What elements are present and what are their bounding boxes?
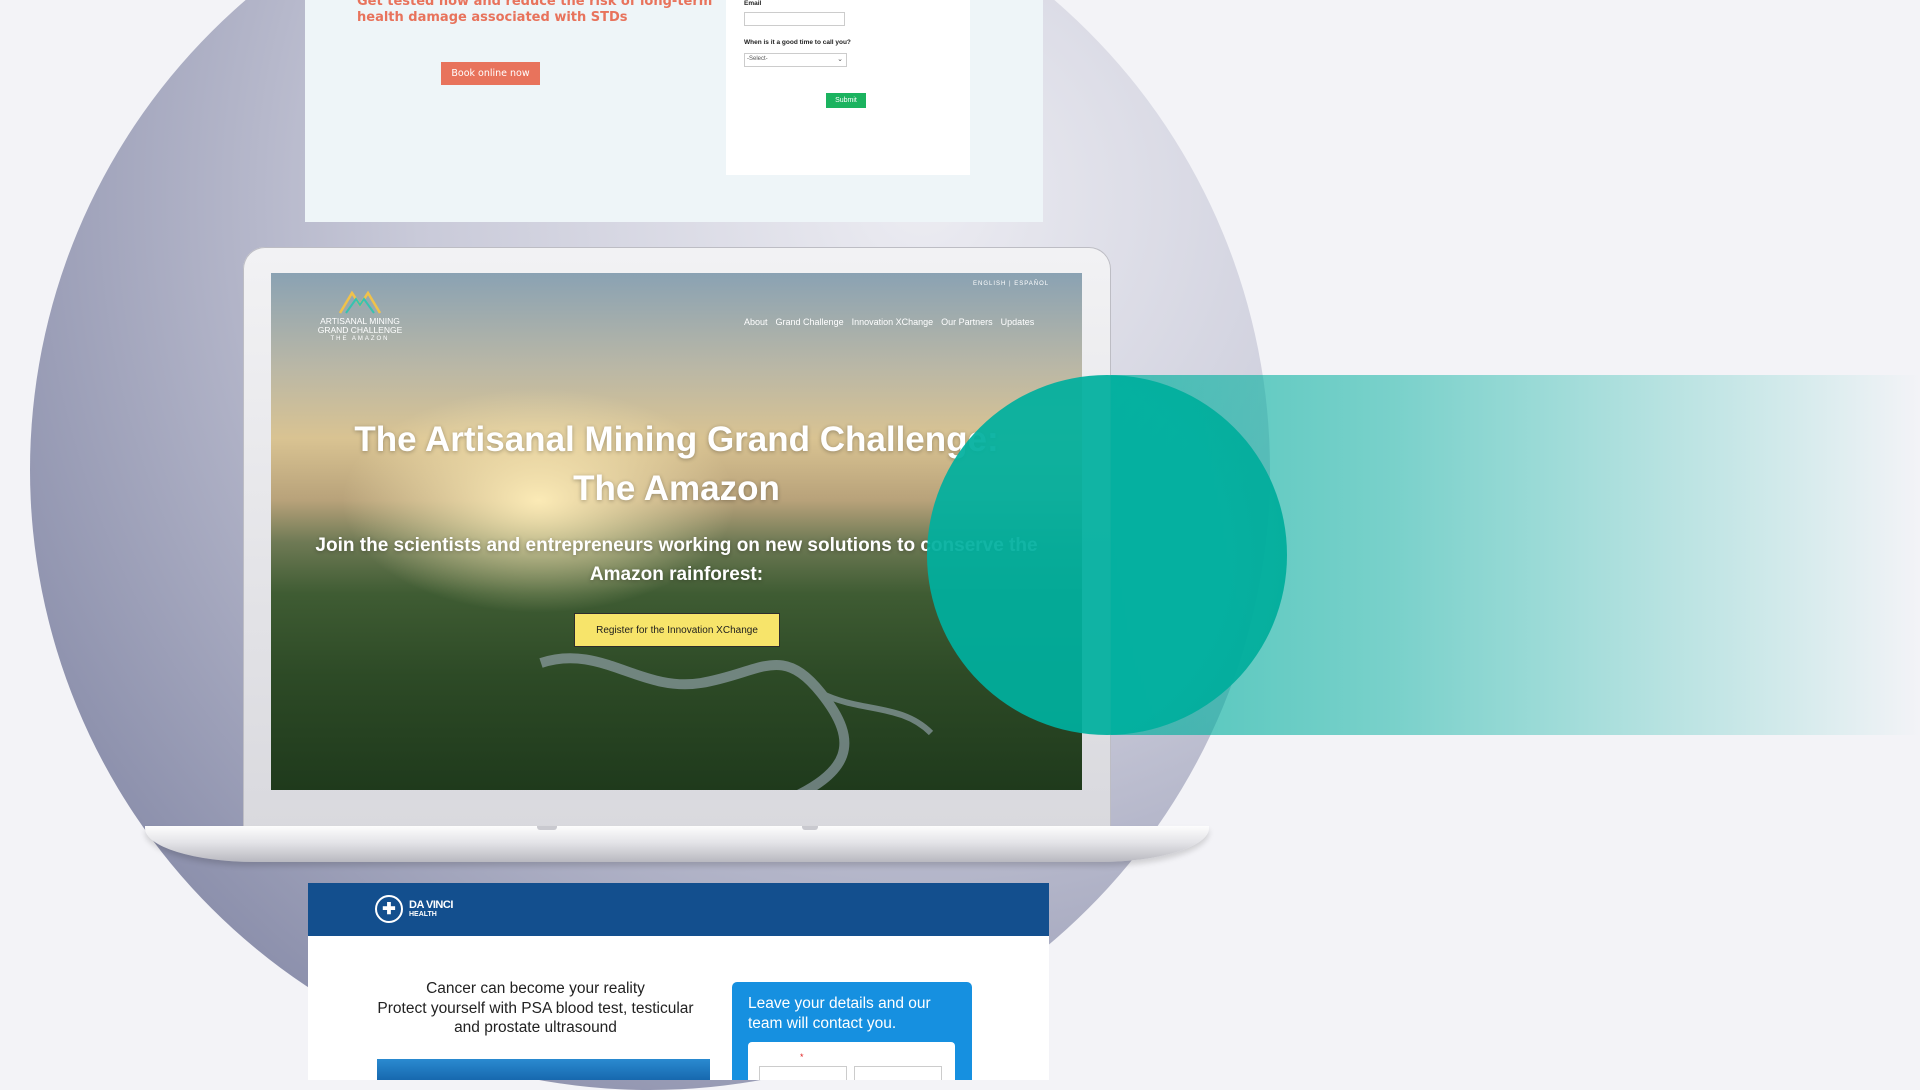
book-online-button[interactable]: Book online now bbox=[441, 62, 540, 85]
std-heading: Get tested now and reduce the risk of lo… bbox=[357, 0, 713, 26]
laptop-hinge-left bbox=[537, 826, 557, 830]
email-field[interactable] bbox=[744, 12, 845, 26]
amgc-logo[interactable]: ARTISANAL MINING GRAND CHALLENGE THE AMA… bbox=[305, 289, 415, 342]
medical-cross-icon: ✚ bbox=[375, 895, 403, 923]
register-button[interactable]: Register for the Innovation XChange bbox=[574, 613, 780, 647]
davinci-contact-form: Leave your details and our team will con… bbox=[732, 982, 972, 1080]
hero-title-line-1: The Artisanal Mining Grand Challenge: bbox=[354, 420, 999, 459]
davinci-logo[interactable]: ✚ DA VINCI HEALTH bbox=[375, 895, 453, 923]
logo-line-2: GRAND CHALLENGE bbox=[317, 324, 403, 335]
logo-line-3: THE AMAZON bbox=[330, 336, 390, 342]
mountain-logo-icon bbox=[338, 290, 382, 314]
required-asterisk: * bbox=[800, 1052, 804, 1062]
nav-item-updates[interactable]: Updates bbox=[1001, 317, 1035, 327]
std-contact-form: Email When is it a good time to call you… bbox=[726, 0, 970, 175]
email-label: Email bbox=[744, 0, 762, 7]
call-time-label: When is it a good time to call you? bbox=[744, 39, 851, 46]
nav-item-innovation-xchange[interactable]: Innovation XChange bbox=[852, 317, 934, 327]
language-switch[interactable]: ENGLISH | ESPAÑOL bbox=[973, 281, 1049, 287]
davinci-header: ✚ DA VINCI HEALTH bbox=[308, 883, 1049, 936]
hero-title-line-2: The Amazon bbox=[573, 469, 780, 508]
submit-button[interactable]: Submit bbox=[826, 93, 866, 108]
davinci-copy: Cancer can become your reality Protect y… bbox=[368, 979, 703, 1038]
call-time-selected: -Select- bbox=[747, 56, 768, 62]
nav-item-grand-challenge[interactable]: Grand Challenge bbox=[776, 317, 844, 327]
hero-subtitle-line-2: Amazon rainforest: bbox=[589, 564, 764, 585]
std-landing-page-mockup: Get tested now and reduce the risk of lo… bbox=[305, 0, 1043, 222]
davinci-copy-line-3: and prostate ultrasound bbox=[454, 1019, 617, 1036]
nav-item-about[interactable]: About bbox=[744, 317, 768, 327]
call-time-select[interactable]: -Select- ⌄ bbox=[744, 53, 847, 67]
chevron-down-icon: ⌄ bbox=[837, 56, 843, 63]
last-name-field[interactable] bbox=[854, 1066, 942, 1080]
laptop-base bbox=[145, 826, 1209, 862]
nav-item-our-partners[interactable]: Our Partners bbox=[941, 317, 993, 327]
davinci-copy-line-2: Protect yourself with PSA blood test, te… bbox=[377, 999, 694, 1017]
davinci-landing-page-mockup: ✚ DA VINCI HEALTH Cancer can become your… bbox=[308, 883, 1049, 1080]
davinci-brand-line-1: DA VINCI bbox=[409, 899, 453, 911]
first-name-field[interactable] bbox=[759, 1066, 847, 1080]
davinci-copy-line-1: Cancer can become your reality bbox=[426, 980, 645, 997]
davinci-hero-image bbox=[377, 1059, 710, 1080]
main-nav: About Grand Challenge Innovation XChange… bbox=[744, 317, 1034, 327]
laptop-hinge-right bbox=[802, 826, 818, 830]
davinci-form-title: Leave your details and our team will con… bbox=[748, 995, 931, 1032]
davinci-brand-line-2: HEALTH bbox=[409, 911, 437, 918]
teal-circle-shade bbox=[927, 375, 1287, 735]
